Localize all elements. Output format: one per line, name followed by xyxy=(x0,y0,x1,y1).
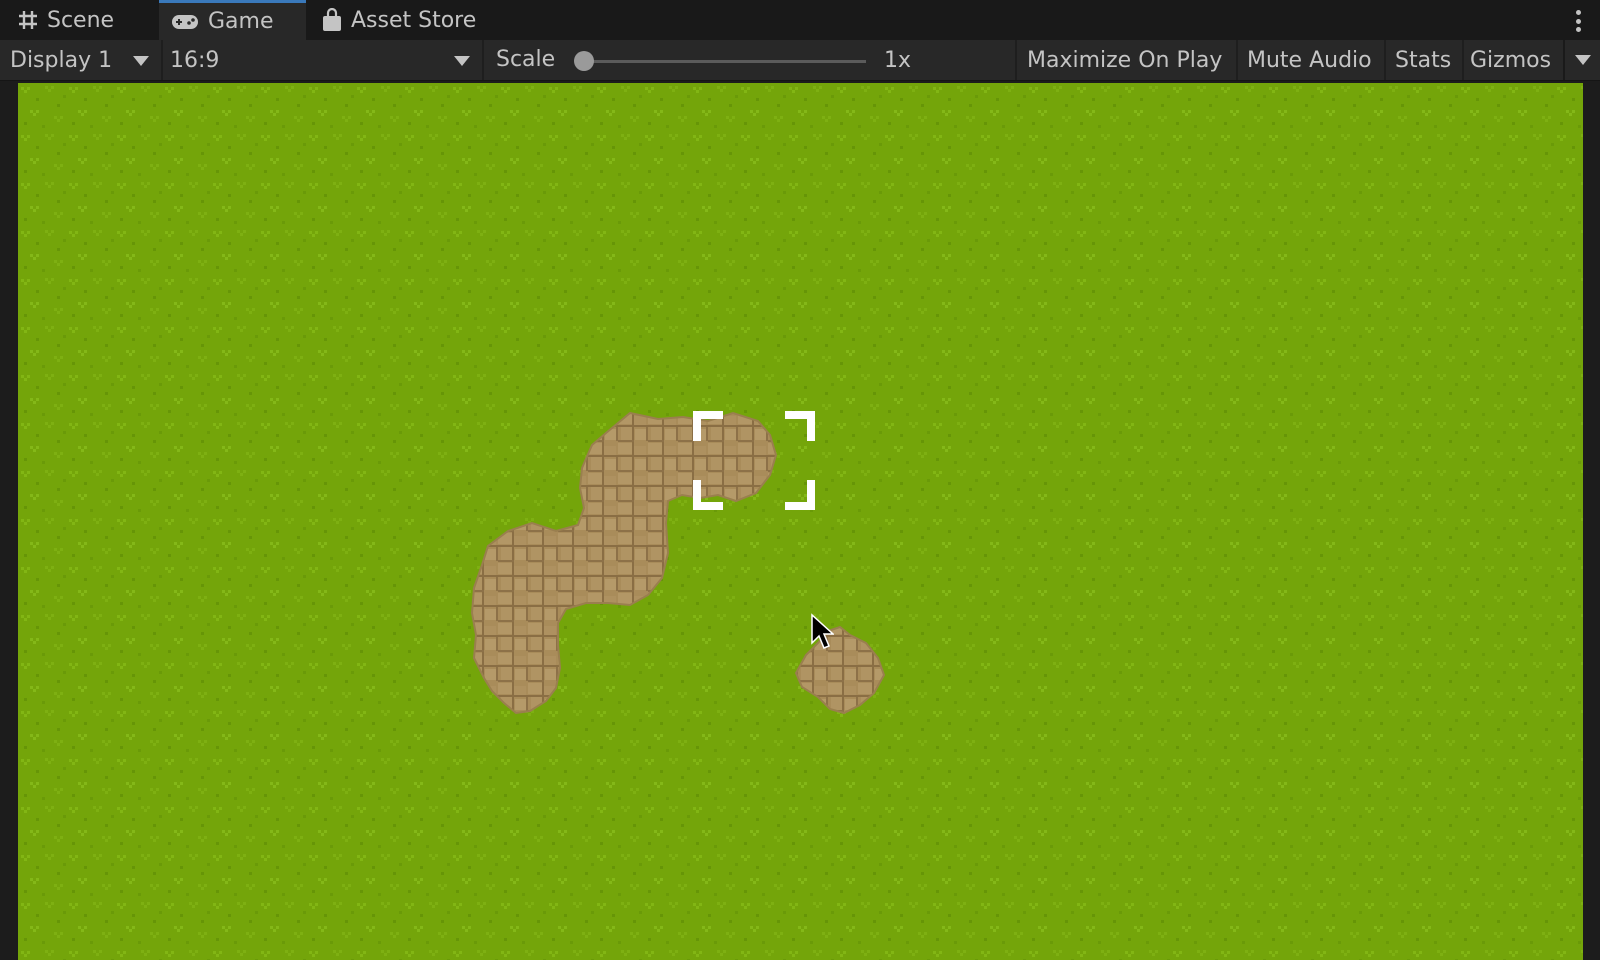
chevron-down-icon xyxy=(1574,55,1591,65)
scale-value: 1x xyxy=(884,48,912,73)
arrow-cursor-icon xyxy=(811,613,834,649)
focus-bracket-top-left xyxy=(693,411,723,441)
scale-control: Scale 1x xyxy=(484,40,1017,80)
shopping-bag-icon xyxy=(322,8,342,32)
kebab-menu-icon[interactable] xyxy=(1574,10,1582,32)
gamepad-icon xyxy=(171,13,199,31)
display-value: Display 1 xyxy=(10,47,113,73)
maximize-on-play-toggle[interactable]: Maximize On Play xyxy=(1017,40,1238,80)
aspect-value: 16:9 xyxy=(170,47,220,73)
chevron-down-icon xyxy=(133,56,149,66)
display-dropdown[interactable]: Display 1 xyxy=(0,40,163,80)
focus-bracket-top-right xyxy=(785,411,815,441)
game-view-toolbar: Display 1 16:9 Scale 1x Maximize On Play… xyxy=(0,40,1600,81)
stats-toggle[interactable]: Stats xyxy=(1386,40,1464,80)
tab-label: Game xyxy=(208,9,274,34)
grid-hash-icon xyxy=(18,10,38,30)
mute-audio-label: Mute Audio xyxy=(1247,47,1372,73)
tab-asset-store[interactable]: Asset Store xyxy=(322,0,502,40)
tab-label: Scene xyxy=(47,7,115,33)
stats-label: Stats xyxy=(1395,47,1452,73)
scale-slider-thumb[interactable] xyxy=(574,51,594,71)
editor-tab-bar: Scene Game Asset Store xyxy=(0,0,1600,40)
scale-label: Scale xyxy=(496,47,556,72)
tab-label: Asset Store xyxy=(351,7,477,33)
aspect-ratio-dropdown[interactable]: 16:9 xyxy=(163,40,484,80)
gizmos-toggle[interactable]: Gizmos xyxy=(1464,40,1565,80)
grass-terrain xyxy=(18,83,1583,960)
mute-audio-toggle[interactable]: Mute Audio xyxy=(1238,40,1386,80)
game-view-canvas[interactable] xyxy=(18,83,1583,960)
focus-bracket-bottom-right xyxy=(785,480,815,510)
gizmos-label: Gizmos xyxy=(1470,47,1552,73)
scale-slider-track[interactable] xyxy=(584,60,866,63)
focus-bracket-bottom-left xyxy=(693,480,723,510)
maximize-on-play-label: Maximize On Play xyxy=(1027,47,1223,73)
game-scene xyxy=(18,83,1583,960)
tab-scene[interactable]: Scene xyxy=(18,0,158,40)
tab-game[interactable]: Game xyxy=(159,0,306,40)
gizmos-dropdown-button[interactable] xyxy=(1565,40,1600,80)
chevron-down-icon xyxy=(454,56,470,66)
